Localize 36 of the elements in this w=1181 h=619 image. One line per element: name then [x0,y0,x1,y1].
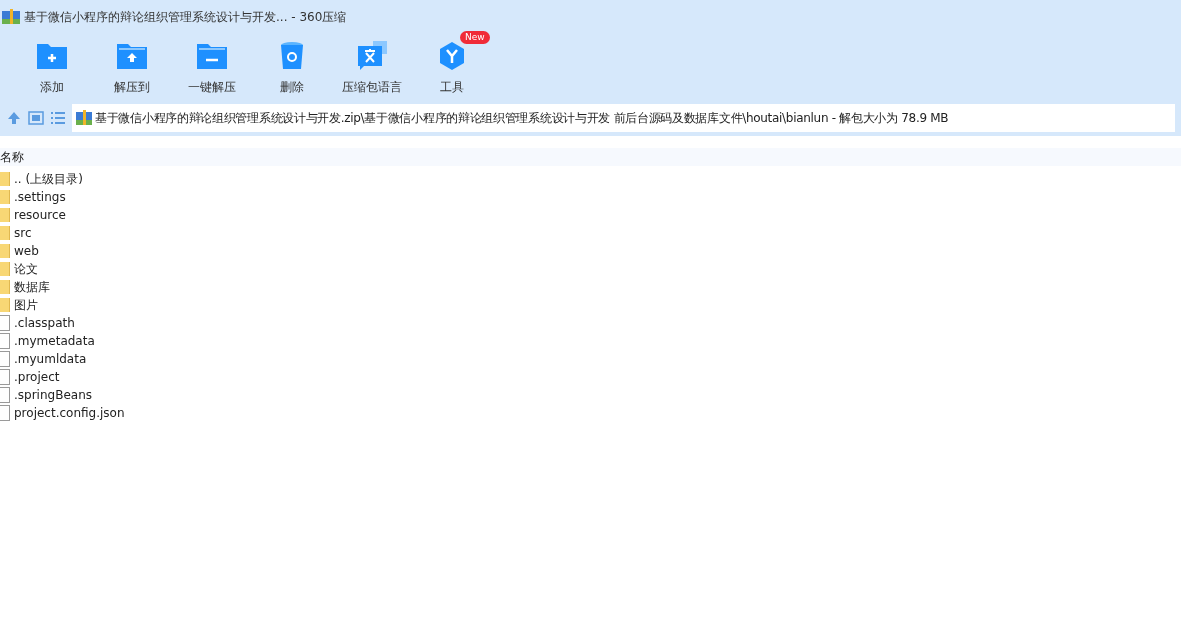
window-title: 基于微信小程序的辩论组织管理系统设计与开发... - 360压缩 [24,9,347,26]
file-name[interactable]: .mymetadata [14,332,95,350]
folder-icon [0,190,10,204]
column-header[interactable]: 名称 [0,148,24,166]
toolbar-button[interactable]: 解压到 [92,34,172,96]
toolbar-button[interactable]: 工具 New [412,34,492,96]
file-name[interactable]: .project [14,368,60,386]
toolbar-button[interactable]: 压缩包语言 [332,34,412,96]
file-name[interactable]: 图片 [14,296,38,314]
file-name[interactable]: resource [14,206,66,224]
up-arrow-icon[interactable] [6,110,22,126]
folder-icon [0,226,10,240]
file-name[interactable]: .. (上级目录) [14,170,83,188]
file-name[interactable]: .settings [14,188,66,206]
address-field[interactable]: 基于微信小程序的辩论组织管理系统设计与开发.zip\基于微信小程序的辩论组织管理系统设计与开发 前后台源码及数据库文件\houtai\bianlun - 解包大小为 78.9 MB [72,104,1175,132]
toolbar-button[interactable]: 一键解压 [172,34,252,96]
thumbnail-view-icon[interactable] [28,110,44,126]
file-name[interactable]: src [14,224,32,242]
list-view-icon[interactable] [50,110,66,126]
new-badge: New [460,31,490,44]
folder-icon [0,172,10,186]
toolbar-button[interactable]: 删除 [252,34,332,96]
folder-icon [0,280,10,294]
folder-icon [0,244,10,258]
folder-icon [0,298,10,312]
file-name[interactable]: .myumldata [14,350,87,368]
translate-icon [355,40,389,72]
file-name[interactable]: 数据库 [14,278,50,296]
file-name[interactable]: 论文 [14,260,38,278]
file-name[interactable]: .classpath [14,314,75,332]
toolbar-button[interactable]: 添加 [12,34,92,96]
file-name[interactable]: web [14,242,39,260]
folder-icon [0,208,10,222]
file-name[interactable]: project.config.json [14,404,125,422]
folder-icon [0,262,10,276]
file-name[interactable]: .springBeans [14,386,92,404]
